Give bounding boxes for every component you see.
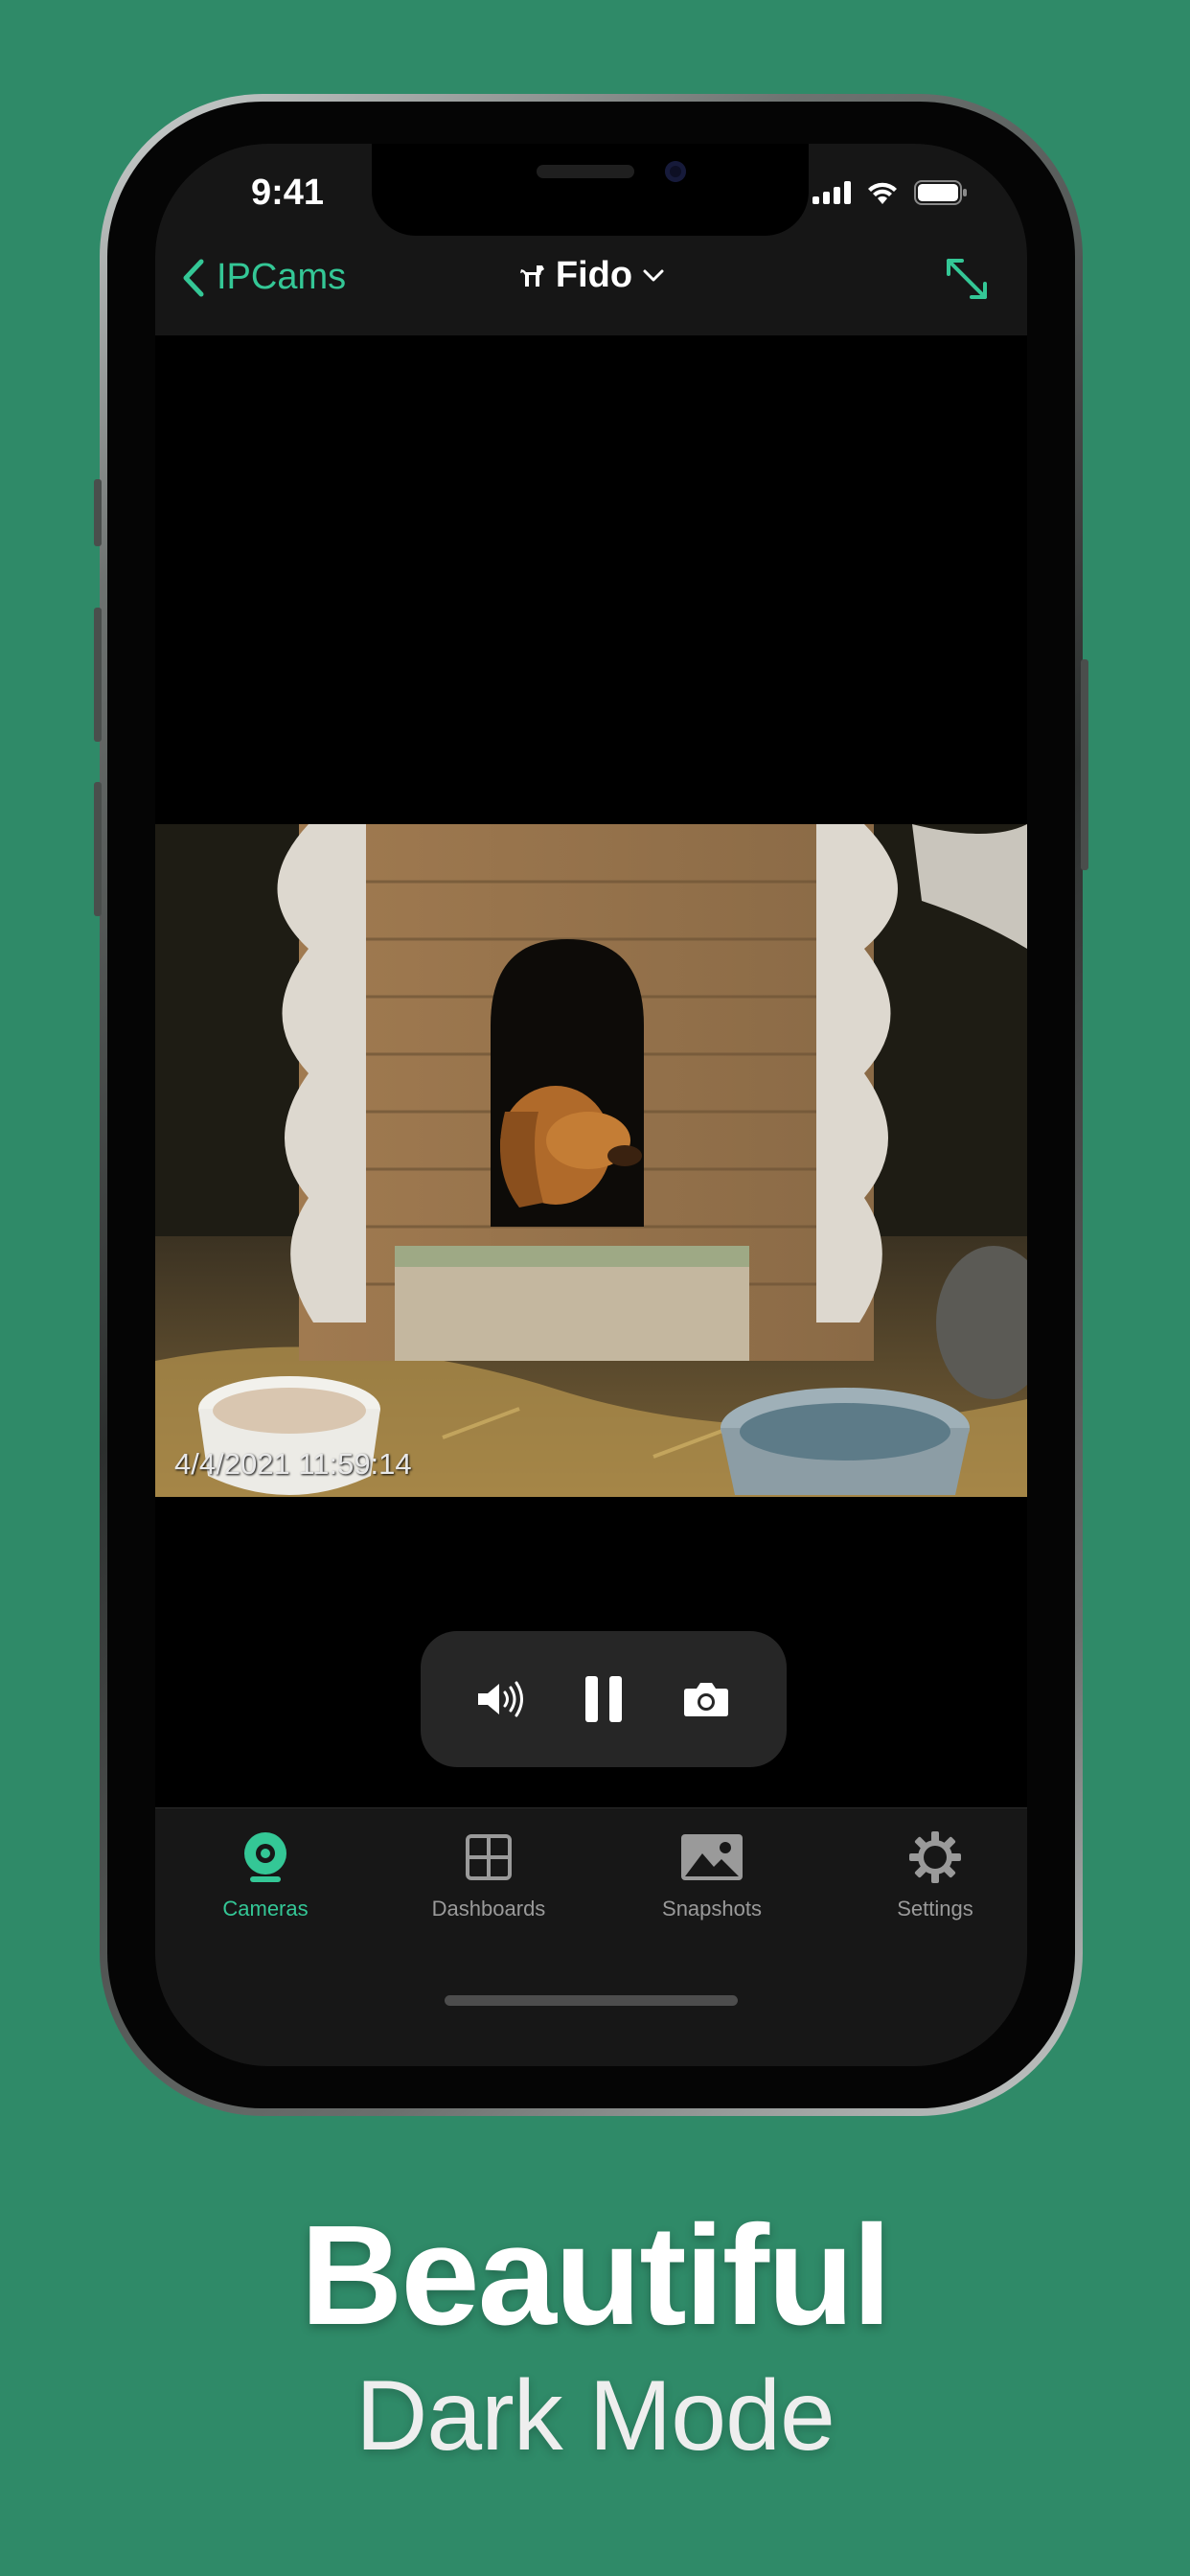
mute-button[interactable] xyxy=(472,1670,530,1728)
pause-icon xyxy=(584,1676,622,1722)
tab-snapshots[interactable]: Snapshots xyxy=(616,1824,808,1921)
phone-frame: 9:41 IPCams Fido 4/4/2021 11:59:14 Camer… xyxy=(94,94,1088,2116)
speaker-icon xyxy=(477,1681,523,1717)
dog-icon xyxy=(519,264,544,287)
fullscreen-button[interactable] xyxy=(943,255,991,308)
cellular-signal-icon xyxy=(812,181,851,204)
marketing-headline: Beautiful xyxy=(300,2196,891,2355)
tab-cameras[interactable]: Cameras xyxy=(170,1824,361,1921)
playback-controls xyxy=(421,1631,787,1767)
marketing-subline: Dark Mode xyxy=(355,2360,835,2472)
camera-icon xyxy=(684,1683,729,1716)
grid-icon xyxy=(466,1834,512,1880)
front-camera xyxy=(665,161,686,182)
volume-up-button xyxy=(94,608,102,742)
status-icons xyxy=(812,180,968,205)
pause-button[interactable] xyxy=(575,1670,632,1728)
camera-feed[interactable]: 4/4/2021 11:59:14 xyxy=(155,824,1027,1497)
status-time: 9:41 xyxy=(250,172,325,213)
photo-icon xyxy=(681,1834,743,1880)
volume-down-button xyxy=(94,782,102,916)
tab-label-snapshots: Snapshots xyxy=(662,1897,762,1920)
tab-dashboards[interactable]: Dashboards xyxy=(393,1824,584,1921)
camera-title-dropdown[interactable]: Fido xyxy=(155,255,1027,296)
tab-label-cameras: Cameras xyxy=(222,1897,309,1920)
phone-screen: 9:41 IPCams Fido 4/4/2021 11:59:14 Camer… xyxy=(155,144,1027,2066)
power-button xyxy=(1081,659,1088,870)
camera-title: Fido xyxy=(555,255,633,295)
snapshot-button[interactable] xyxy=(677,1670,735,1728)
wifi-icon xyxy=(868,182,897,204)
silent-switch xyxy=(94,479,102,546)
tab-bar: Cameras Dashboards Snapshots Settings xyxy=(155,1807,1027,2066)
phone-body: 9:41 IPCams Fido 4/4/2021 11:59:14 Camer… xyxy=(107,102,1075,2108)
gear-icon xyxy=(909,1831,961,1883)
webcam-icon xyxy=(244,1832,286,1882)
app-store-page: 9:41 IPCams Fido 4/4/2021 11:59:14 Camer… xyxy=(0,0,1190,2576)
chevron-down-icon xyxy=(643,269,664,281)
tab-label-dashboards: Dashboards xyxy=(431,1897,546,1920)
notch xyxy=(372,144,809,236)
tab-settings[interactable]: Settings xyxy=(839,1824,1027,1921)
video-timestamp: 4/4/2021 11:59:14 xyxy=(174,1447,412,1481)
expand-icon xyxy=(947,259,987,299)
camera-feed-image xyxy=(155,824,1027,1497)
tab-label-settings: Settings xyxy=(897,1897,973,1920)
home-indicator[interactable] xyxy=(445,1995,738,2006)
earpiece-speaker xyxy=(537,165,634,178)
battery-icon xyxy=(914,180,967,205)
